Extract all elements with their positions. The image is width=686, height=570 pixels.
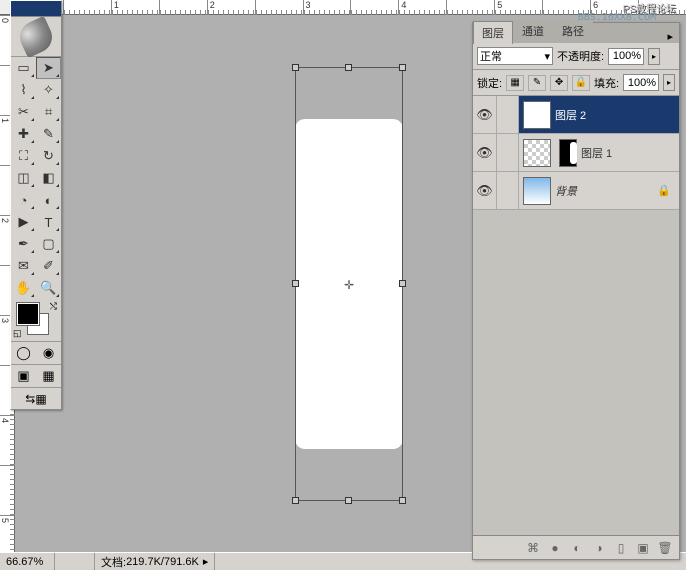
standard-mode-button[interactable]: ◯ [11,342,36,364]
layer-name[interactable]: 图层 2 [555,107,586,123]
app-logo[interactable] [11,17,61,57]
layer-name[interactable]: 图层 1 [581,145,612,161]
link-toggle[interactable] [497,96,519,133]
layers-panel: 图层 通道 路径 ▸ 正常▾ 不透明度: 100% ▸ 锁定: ▦ ✎ ✥ 🔒 … [472,22,680,560]
marquee-tool[interactable]: ▭ [11,57,36,79]
transform-handle-tl[interactable] [292,64,299,71]
adjustment-layer-button[interactable]: ◑ [589,539,609,557]
new-layer-button[interactable]: ▣ [633,539,653,557]
layer-row[interactable]: 👁 背景 🔒 [473,172,679,210]
lock-position-button[interactable]: ✥ [550,75,568,91]
opacity-slider-button[interactable]: ▸ [648,48,660,65]
tab-channels[interactable]: 通道 [513,19,553,43]
lock-transparency-button[interactable]: ▦ [506,75,524,91]
panel-tabs: 图层 通道 路径 ▸ [473,23,679,43]
lasso-tool[interactable]: ⌇ [11,79,36,101]
crop-tool[interactable]: ✂ [11,101,36,123]
default-colors-icon[interactable]: ◱ [13,328,22,339]
layer-list: 👁 图层 2 👁 图层 1 👁 背景 🔒 [473,96,679,535]
visibility-toggle[interactable]: 👁 [473,96,497,133]
healing-brush-tool[interactable]: ✚ [11,123,36,145]
free-transform-bounds[interactable]: ✛ [295,67,403,501]
transform-handle-tm[interactable] [345,64,352,71]
path-selection-tool[interactable]: ▶ [11,211,36,233]
layer-name[interactable]: 背景 [555,183,577,199]
link-toggle[interactable] [497,134,519,171]
layer-group-button[interactable]: ▯ [611,539,631,557]
jump-to-imageready-button[interactable]: ⇆▦ [11,387,61,409]
transform-handle-tr[interactable] [399,64,406,71]
screen-mode-standard[interactable]: ▣ [11,365,36,387]
chevron-right-icon: ▸ [203,555,209,568]
layers-panel-footer: ⌘ ● ◐ ◑ ▯ ▣ 🗑 [473,535,679,559]
move-tool[interactable]: ➤ [36,57,61,79]
transform-handle-bl[interactable] [292,497,299,504]
transform-handle-mr[interactable] [399,280,406,287]
chevron-down-icon: ▾ [544,50,550,63]
history-brush-tool[interactable]: ↻ [36,145,61,167]
fill-slider-button[interactable]: ▸ [663,74,675,91]
notes-tool[interactable]: ✉ [11,255,36,277]
lock-all-button[interactable]: 🔒 [572,75,590,91]
eyedropper-tool[interactable]: ✐ [36,255,61,277]
tab-layers[interactable]: 图层 [473,21,513,44]
link-layers-button[interactable]: ⌘ [523,539,543,557]
layer-thumbnail[interactable] [523,101,551,129]
gradient-tool[interactable]: ◧ [36,167,61,189]
eraser-tool[interactable]: ◫ [11,167,36,189]
panel-menu-button[interactable]: ▸ [661,30,679,43]
foreground-color[interactable] [17,303,39,325]
visibility-toggle[interactable]: 👁 [473,172,497,209]
screen-mode-full[interactable]: ▦ [36,365,61,387]
zoom-tool[interactable]: 🔍 [36,277,61,299]
fill-label: 填充: [594,75,619,91]
layer-mask-button[interactable]: ◐ [567,539,587,557]
transform-handle-br[interactable] [399,497,406,504]
document-size[interactable]: 文档:219.7K/791.6K▸ [95,553,215,570]
pen-tool[interactable]: ✒ [11,233,36,255]
shape-tool[interactable]: ▢ [36,233,61,255]
swap-colors-icon[interactable]: ⤭ [50,301,57,312]
layer-row[interactable]: 👁 图层 1 [473,134,679,172]
zoom-level[interactable]: 66.67% [0,553,55,570]
blur-tool[interactable]: ◔ [11,189,36,211]
transform-handle-ml[interactable] [292,280,299,287]
tools-palette-titlebar[interactable] [11,1,61,17]
opacity-label: 不透明度: [557,48,604,64]
blend-mode-select[interactable]: 正常▾ [477,47,553,65]
transform-handle-bm[interactable] [345,497,352,504]
layer-thumbnail[interactable] [523,139,551,167]
opacity-input[interactable]: 100% [608,48,644,65]
transform-center-icon[interactable]: ✛ [343,278,355,290]
magic-wand-tool[interactable]: ✧ [36,79,61,101]
brush-tool[interactable]: ✎ [36,123,61,145]
dodge-tool[interactable]: ◐ [36,189,61,211]
lock-pixels-button[interactable]: ✎ [528,75,546,91]
watermark-url: BBS.16XX8.COM [578,12,656,23]
layer-style-button[interactable]: ● [545,539,565,557]
lock-icon: 🔒 [657,184,671,197]
quickmask-mode-button[interactable]: ◉ [36,342,61,364]
fill-input[interactable]: 100% [623,74,659,91]
layer-thumbnail[interactable] [523,177,551,205]
color-swatches: ⤭ ◱ [11,299,61,341]
hand-tool[interactable]: ✋ [11,277,36,299]
scroll-gutter[interactable] [55,553,95,570]
link-toggle[interactable] [497,172,519,209]
visibility-toggle[interactable]: 👁 [473,134,497,171]
layer-row[interactable]: 👁 图层 2 [473,96,679,134]
tools-palette: ▭ ➤ ⌇ ✧ ✂ ⌗ ✚ ✎ ⛶ ↻ ◫ ◧ ◔ ◐ ▶ T ✒ ▢ ✉ ✐ … [10,0,62,410]
slice-tool[interactable]: ⌗ [36,101,61,123]
feather-icon [15,15,58,58]
delete-layer-button[interactable]: 🗑 [655,539,675,557]
layer-mask-thumbnail[interactable] [559,139,577,167]
lock-label: 锁定: [477,75,502,91]
type-tool[interactable]: T [36,211,61,233]
clone-stamp-tool[interactable]: ⛶ [11,145,36,167]
